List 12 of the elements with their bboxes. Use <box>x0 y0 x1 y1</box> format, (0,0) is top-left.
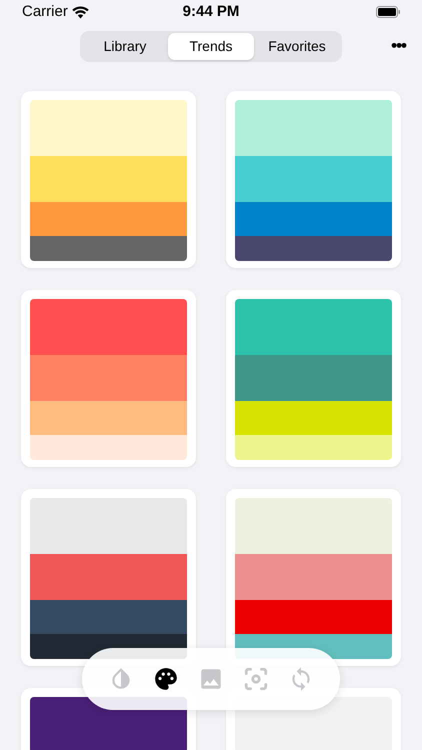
clock-time: 9:44 PM <box>182 2 240 22</box>
battery-icon <box>376 6 400 18</box>
more-button[interactable]: ••• <box>391 33 406 58</box>
segment-tab[interactable]: Library <box>82 33 168 60</box>
palette-card[interactable] <box>226 91 401 268</box>
segment-tab[interactable]: Favorites <box>254 33 340 60</box>
focus-icon <box>243 666 270 692</box>
carrier-label: Carrier <box>22 2 68 22</box>
palette-card[interactable] <box>21 489 196 666</box>
segment-tab[interactable]: Trends <box>168 33 254 60</box>
palette-icon <box>152 666 179 692</box>
wifi-icon <box>72 6 89 18</box>
